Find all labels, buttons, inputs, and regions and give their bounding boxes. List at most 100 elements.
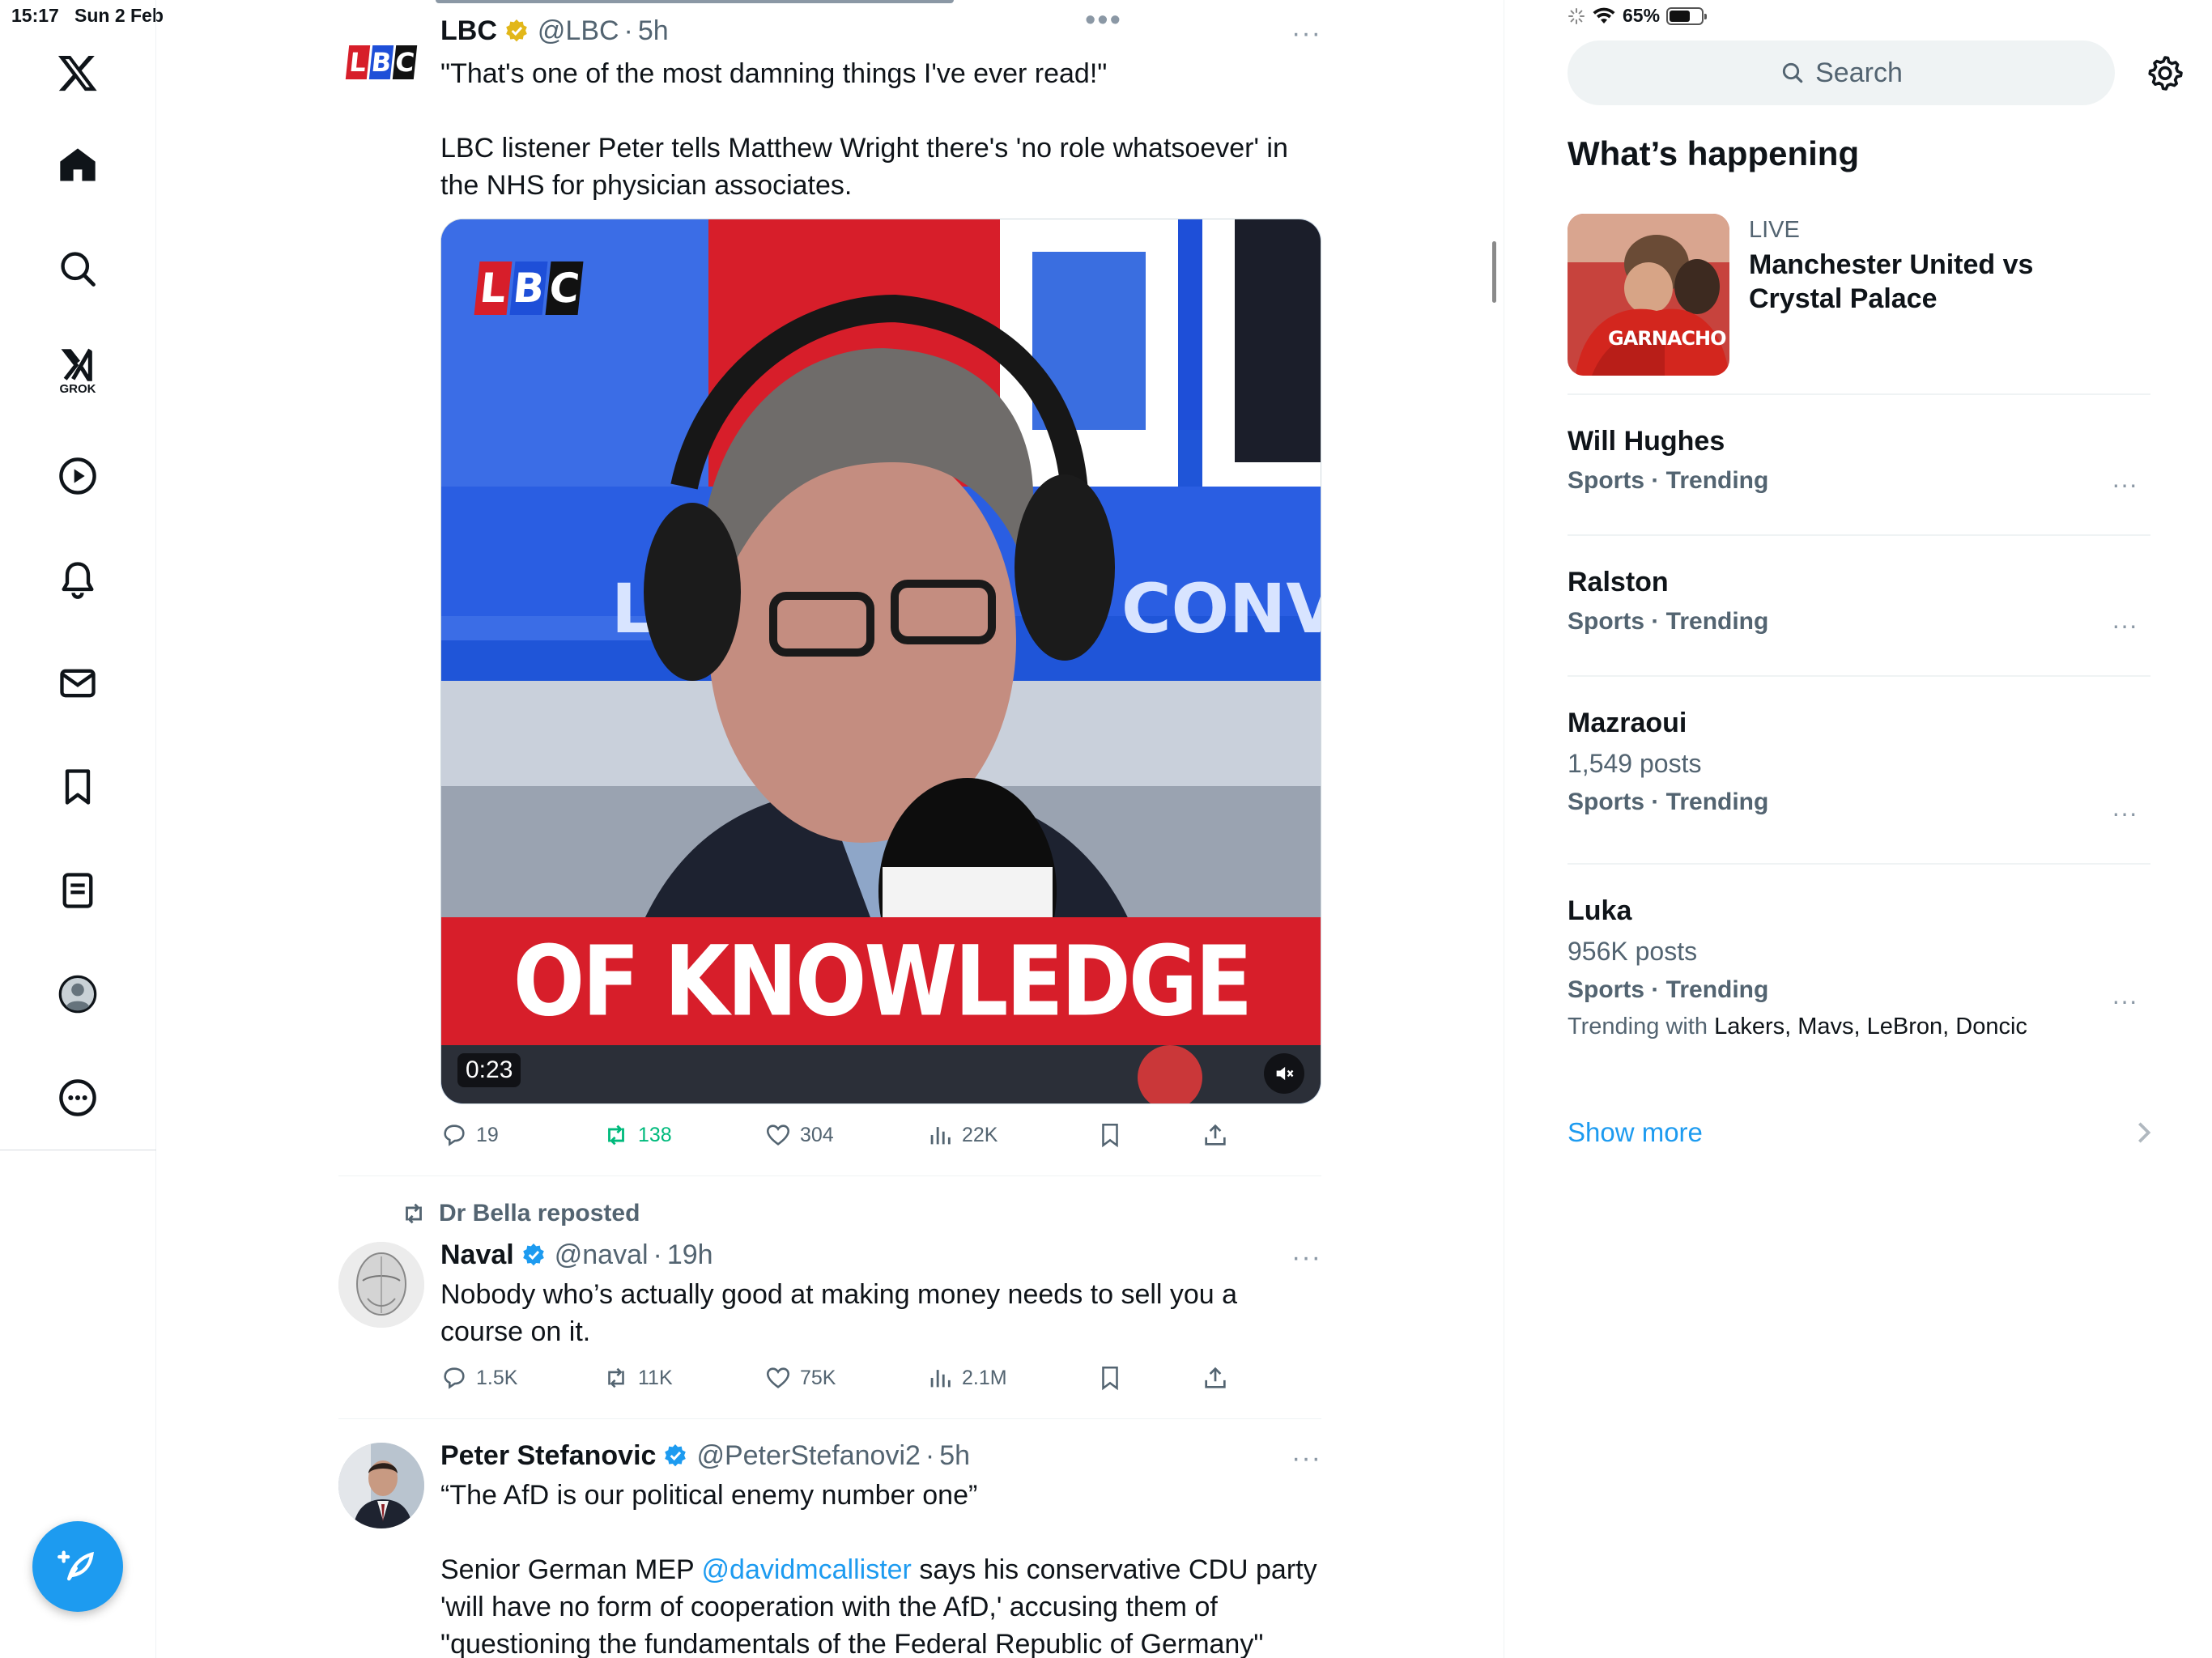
- trend-name: Mazraoui: [1568, 708, 1687, 738]
- tweet-header: Naval @naval · 19h: [440, 1237, 1321, 1273]
- views-icon: [930, 1370, 951, 1388]
- svg-text:CONVERS: CONVERS: [1121, 569, 1321, 648]
- verified-blue-icon: [665, 1444, 687, 1467]
- trend-item[interactable]: Luka 956K posts Sports · Trending Trendi…: [1568, 895, 2150, 1040]
- notifications-icon[interactable]: [45, 547, 110, 612]
- author-name[interactable]: Peter Stefanovic: [440, 1440, 656, 1472]
- bookmark-button[interactable]: [1096, 1121, 1124, 1149]
- reply-button[interactable]: 19: [440, 1121, 499, 1149]
- trend-divider: [1568, 863, 2150, 865]
- trend-more-button[interactable]: ···: [2112, 610, 2138, 640]
- scroll-indicator[interactable]: [1492, 241, 1496, 303]
- video-logo-l: L: [474, 261, 513, 315]
- trending-with: Trending with Lakers, Mavs, LeBron, Donc…: [1568, 1014, 2150, 1040]
- live-thumb-text: GARNACHO: [1608, 327, 1727, 350]
- video-caption-band: OF KNOWLEDGE: [441, 917, 1321, 1045]
- tweet-body: Peter Stefanovic @PeterStefanovi2 · 5h ·…: [440, 1438, 1321, 1658]
- chevron-right-icon: [2138, 1122, 2151, 1143]
- trend-more-button[interactable]: ···: [2112, 470, 2138, 500]
- bookmarks-icon[interactable]: [45, 755, 110, 819]
- tweet-header: Peter Stefanovic @PeterStefanovi2 · 5h: [440, 1438, 1321, 1473]
- views-button[interactable]: 2.1M: [926, 1364, 1007, 1392]
- author-handle[interactable]: @naval: [555, 1239, 649, 1271]
- like-button[interactable]: 75K: [764, 1364, 836, 1392]
- repost-button[interactable]: 138: [602, 1121, 672, 1149]
- tweet-more-button[interactable]: ···: [1291, 18, 1321, 49]
- search-input[interactable]: Search: [1568, 40, 2115, 105]
- tweet-time[interactable]: 19h: [667, 1239, 713, 1271]
- search-icon[interactable]: [45, 236, 110, 301]
- whats-happening-title: What’s happening: [1568, 134, 1860, 172]
- home-icon[interactable]: [45, 133, 110, 198]
- mute-icon: [1276, 1066, 1294, 1081]
- reply-button[interactable]: 1.5K: [440, 1364, 517, 1392]
- trend-post-count: 956K posts: [1568, 937, 1698, 966]
- heart-icon: [766, 1124, 790, 1146]
- compose-button[interactable]: [32, 1521, 123, 1612]
- trend-item[interactable]: Mazraoui 1,549 posts Sports · Trending ·…: [1568, 708, 2150, 827]
- live-event-card[interactable]: GARNACHO LIVE Manchester United vs Cryst…: [1568, 214, 2150, 376]
- bookmark-button[interactable]: [1096, 1364, 1124, 1392]
- lists-icon[interactable]: [45, 858, 110, 923]
- cut-off-repost-line: [436, 0, 1019, 3]
- share-button[interactable]: [1202, 1364, 1229, 1392]
- tweet-text: "That's one of the most damning things I…: [440, 58, 1288, 201]
- separator-dot: ·: [623, 15, 633, 46]
- settings-gear-icon[interactable]: [2146, 53, 2184, 92]
- reply-icon: [444, 1124, 465, 1146]
- trending-with-label: Trending with: [1568, 1014, 1708, 1039]
- reply-count: 1.5K: [476, 1366, 518, 1389]
- views-button[interactable]: 22K: [926, 1121, 998, 1149]
- trend-more-button[interactable]: ···: [2112, 986, 2138, 1016]
- like-button[interactable]: 304: [764, 1121, 834, 1149]
- x-logo-icon[interactable]: [45, 40, 110, 105]
- author-name[interactable]: LBC: [440, 15, 497, 47]
- video-icon[interactable]: [45, 444, 110, 508]
- author-handle[interactable]: @PeterStefanovi2: [696, 1440, 920, 1472]
- search-icon: [1782, 62, 1803, 83]
- repost-icon: [608, 1124, 624, 1146]
- avatar-logo-b: B: [368, 45, 394, 79]
- tweet-text-quote: “The AfD is our political enemy number o…: [440, 1480, 978, 1511]
- mute-button[interactable]: [1264, 1053, 1304, 1094]
- tweet-more-button[interactable]: ···: [1291, 1242, 1321, 1273]
- peter-avatar[interactable]: [338, 1443, 424, 1528]
- repost-button[interactable]: 11K: [602, 1364, 673, 1392]
- like-count: 304: [800, 1123, 834, 1146]
- peter-avatar-image: [338, 1443, 424, 1528]
- share-icon: [1205, 1124, 1226, 1146]
- tweet-time[interactable]: 5h: [638, 15, 669, 47]
- compose-feather-icon: [57, 1550, 94, 1581]
- show-more-link[interactable]: Show more: [1568, 1117, 1703, 1148]
- avatar-logo-l: L: [345, 45, 371, 79]
- trending-with-items[interactable]: Lakers, Mavs, LeBron, Doncic: [1714, 1014, 2027, 1039]
- tweet-body: Naval @naval · 19h ··· Nobody who’s actu…: [440, 1237, 1321, 1350]
- lbc-avatar[interactable]: L B C: [338, 19, 424, 105]
- author-name[interactable]: Naval: [440, 1239, 514, 1271]
- tweet-time[interactable]: 5h: [939, 1440, 970, 1472]
- trend-item[interactable]: Will Hughes Sports · Trending ···: [1568, 426, 2150, 499]
- naval-avatar[interactable]: [338, 1242, 424, 1328]
- tweet-more-button[interactable]: ···: [1291, 1443, 1321, 1474]
- more-icon[interactable]: [45, 1065, 110, 1130]
- video-logo-c: C: [545, 261, 584, 315]
- search-placeholder: Search: [1815, 57, 1903, 88]
- share-button[interactable]: [1202, 1121, 1229, 1149]
- messages-icon[interactable]: [45, 651, 110, 716]
- video-caption-text: OF KNOWLEDGE: [513, 924, 1253, 1039]
- repost-count: 138: [638, 1123, 672, 1146]
- trend-divider: [1568, 675, 2150, 677]
- tweet-body: LBC @LBC · 5h ··· "That's one of the mos…: [440, 13, 1321, 204]
- author-handle[interactable]: @LBC: [538, 15, 619, 47]
- trend-more-button[interactable]: ···: [2112, 798, 2138, 828]
- separator-dot: ·: [925, 1439, 935, 1471]
- like-count: 75K: [800, 1366, 836, 1389]
- mention-link[interactable]: @davidmcallister: [702, 1554, 912, 1585]
- tweet-video[interactable]: LEA CONVERS L B C: [440, 219, 1321, 1104]
- trend-item[interactable]: Ralston Sports · Trending ···: [1568, 567, 2150, 640]
- tweet-actions: 1.5K 11K 75K 2.1M: [440, 1362, 1321, 1394]
- video-duration: 0:23: [457, 1053, 521, 1087]
- repost-context-text[interactable]: Dr Bella reposted: [439, 1200, 640, 1227]
- grok-icon[interactable]: GROK: [45, 338, 110, 403]
- profile-icon[interactable]: [45, 962, 110, 1027]
